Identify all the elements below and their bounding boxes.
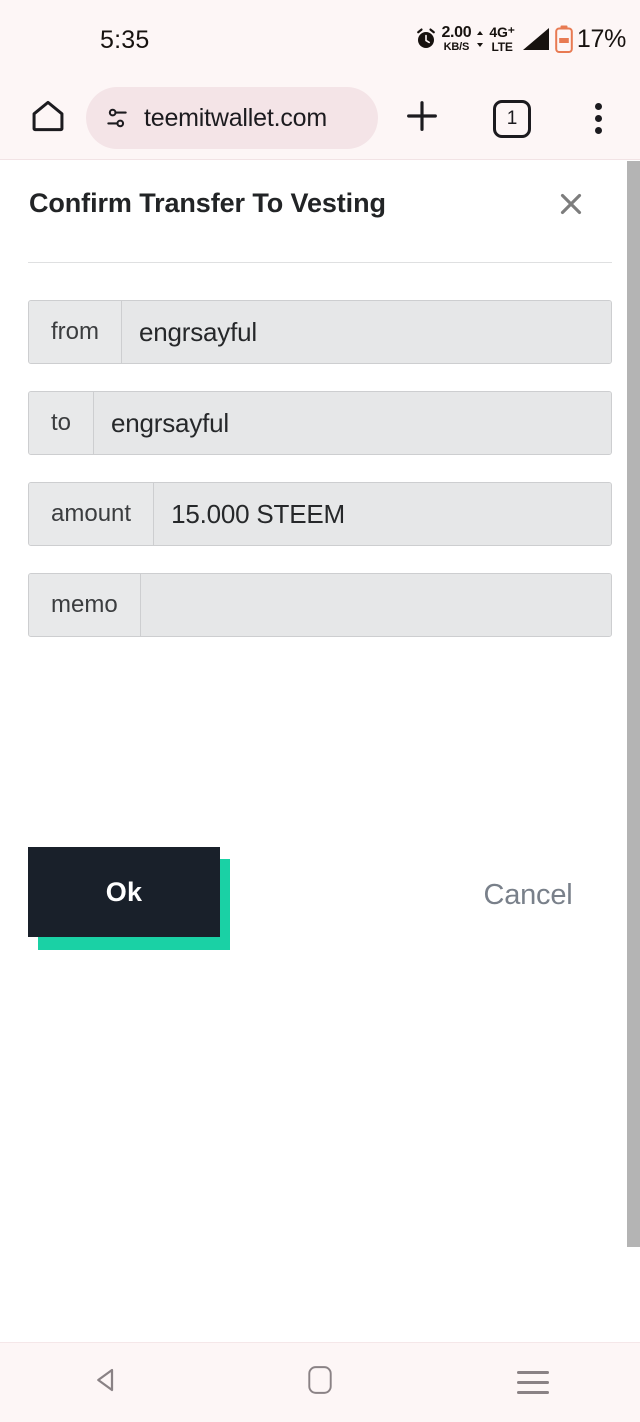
field-label-amount: amount bbox=[29, 483, 155, 545]
field-row-memo[interactable]: memo bbox=[28, 573, 612, 637]
status-bar: 5:35 2.00 KB/S 4G⁺ LTE 17% bbox=[0, 0, 640, 76]
field-label-from: from bbox=[29, 301, 122, 363]
transfer-form: from engrsayful to engrsayful amount 15.… bbox=[28, 300, 612, 950]
browser-home-button[interactable] bbox=[22, 92, 74, 144]
signal-bars-icon bbox=[518, 26, 550, 52]
status-bar-indicators: 2.00 KB/S 4G⁺ LTE 17% bbox=[414, 22, 626, 56]
network-speed: 2.00 KB/S bbox=[441, 25, 471, 53]
battery-low-icon bbox=[553, 25, 573, 53]
network-type: 4G⁺ LTE bbox=[489, 24, 515, 54]
field-value-memo[interactable] bbox=[140, 574, 611, 636]
plus-icon bbox=[402, 96, 442, 141]
field-value-amount[interactable]: 15.000 STEEM bbox=[154, 483, 611, 545]
home-square-icon bbox=[307, 1365, 333, 1400]
dialog-title: Confirm Transfer To Vesting bbox=[29, 188, 386, 218]
dialog-close-button[interactable] bbox=[549, 184, 593, 228]
three-dots-vertical-icon bbox=[594, 102, 602, 134]
recents-lines-icon bbox=[517, 1371, 550, 1394]
phone-screen: 5:35 2.00 KB/S 4G⁺ LTE 17% teemitwallet.… bbox=[0, 0, 640, 1422]
new-tab-button[interactable] bbox=[396, 92, 448, 144]
url-text: teemitwallet.com bbox=[144, 103, 327, 132]
url-bar[interactable]: teemitwallet.com bbox=[86, 87, 378, 149]
ok-button-wrapper: Ok bbox=[28, 847, 230, 950]
data-transfer-arrows-icon bbox=[474, 30, 486, 48]
network-speed-unit: KB/S bbox=[443, 41, 470, 53]
field-row-amount[interactable]: amount 15.000 STEEM bbox=[28, 482, 612, 546]
back-triangle-icon bbox=[92, 1365, 122, 1400]
page-scrollbar[interactable] bbox=[627, 161, 640, 1247]
alarm-clock-icon bbox=[414, 27, 438, 51]
tab-count-badge: 1 bbox=[493, 100, 531, 138]
field-label-to: to bbox=[29, 392, 95, 454]
tab-switcher-button[interactable]: 1 bbox=[486, 93, 538, 145]
field-value-to[interactable]: engrsayful bbox=[94, 392, 611, 454]
field-row-from[interactable]: from engrsayful bbox=[28, 300, 612, 364]
field-row-to[interactable]: to engrsayful bbox=[28, 391, 612, 455]
battery-percentage: 17% bbox=[576, 24, 626, 53]
android-nav-bar bbox=[0, 1342, 640, 1422]
nav-recents-button[interactable] bbox=[488, 1352, 578, 1414]
cancel-button[interactable]: Cancel bbox=[448, 867, 608, 923]
network-speed-value: 2.00 bbox=[441, 24, 472, 41]
home-icon bbox=[29, 97, 67, 140]
field-label-memo: memo bbox=[29, 574, 141, 636]
tune-sliders-icon[interactable] bbox=[104, 105, 130, 131]
status-bar-clock: 5:35 bbox=[100, 26, 150, 54]
page-content: Confirm Transfer To Vesting from engrsay… bbox=[0, 161, 640, 1341]
field-value-from[interactable]: engrsayful bbox=[122, 301, 611, 363]
browser-toolbar: teemitwallet.com 1 bbox=[0, 76, 640, 160]
network-generation: 4G⁺ bbox=[489, 24, 515, 40]
nav-back-button[interactable] bbox=[62, 1352, 152, 1414]
nav-home-button[interactable] bbox=[275, 1352, 365, 1414]
close-x-icon bbox=[554, 187, 588, 226]
ok-button[interactable]: Ok bbox=[28, 847, 220, 937]
dialog-divider bbox=[28, 262, 612, 263]
browser-menu-button[interactable] bbox=[572, 92, 624, 144]
dialog-actions: Ok Cancel bbox=[28, 847, 612, 957]
network-technology: LTE bbox=[491, 40, 513, 54]
